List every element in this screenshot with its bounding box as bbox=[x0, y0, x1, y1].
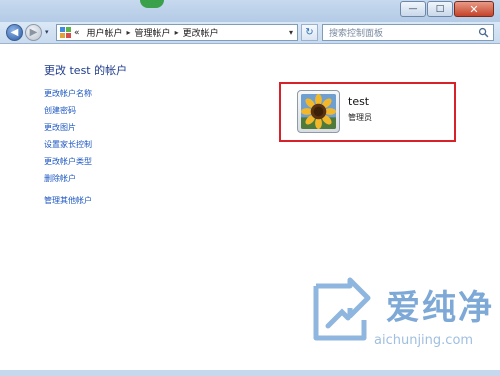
breadcrumb-separator-icon[interactable]: ▸ bbox=[175, 28, 179, 37]
parental-controls-link[interactable]: 设置家长控制 bbox=[44, 136, 92, 153]
back-button[interactable]: ◀ bbox=[6, 24, 23, 41]
breadcrumb-user-accounts[interactable]: 用户帐户 bbox=[87, 26, 123, 39]
page-title: 更改 test 的帐户 bbox=[44, 64, 128, 77]
refresh-button[interactable]: ↻ bbox=[301, 24, 318, 41]
recent-pages-dropdown-icon[interactable]: ▾ bbox=[45, 28, 49, 36]
watermark-logo: 爱纯净 aichunjing.com bbox=[308, 272, 500, 376]
change-picture-link[interactable]: 更改图片 bbox=[44, 119, 92, 136]
search-input[interactable]: 搜索控制面板 bbox=[322, 24, 494, 41]
address-dropdown-icon[interactable]: ▾ bbox=[289, 28, 293, 37]
maximize-button[interactable]: □ bbox=[427, 1, 453, 17]
window-title-bar: — □ ✕ bbox=[0, 0, 500, 22]
change-account-name-link[interactable]: 更改帐户名称 bbox=[44, 85, 92, 102]
account-name: test bbox=[348, 95, 370, 108]
watermark-brand: 爱纯净 bbox=[386, 288, 494, 328]
avatar[interactable] bbox=[297, 90, 340, 133]
create-password-link[interactable]: 创建密码 bbox=[44, 102, 92, 119]
window-bottom-border bbox=[0, 370, 500, 376]
close-button[interactable]: ✕ bbox=[454, 1, 494, 17]
account-type: 管理员 bbox=[348, 113, 372, 122]
control-panel-icon bbox=[60, 27, 71, 38]
navigation-bar: ◀ ▶ ▾ « 用户帐户 ▸ 管理帐户 ▸ 更改帐户 ▾ ↻ 搜索控制面板 bbox=[0, 22, 500, 44]
task-list: 更改帐户名称 创建密码 更改图片 设置家长控制 更改帐户类型 删除帐户 管理其他… bbox=[44, 85, 92, 209]
address-bar[interactable]: « 用户帐户 ▸ 管理帐户 ▸ 更改帐户 ▾ bbox=[56, 24, 298, 41]
breadcrumb-manage-accounts[interactable]: 管理帐户 bbox=[135, 26, 171, 39]
watermark-url: aichunjing.com bbox=[374, 333, 474, 348]
search-icon[interactable] bbox=[478, 27, 489, 38]
forward-button[interactable]: ▶ bbox=[25, 24, 42, 41]
brand-logo-icon bbox=[313, 277, 371, 341]
account-card: test 管理员 bbox=[279, 82, 456, 142]
delete-account-link[interactable]: 删除帐户 bbox=[44, 170, 92, 187]
minimize-button[interactable]: — bbox=[400, 1, 426, 17]
breadcrumb-overflow[interactable]: « bbox=[74, 28, 80, 38]
caption-buttons: — □ ✕ bbox=[399, 1, 494, 17]
sunflower-avatar-icon bbox=[301, 94, 336, 129]
breadcrumb-separator-icon[interactable]: ▸ bbox=[127, 28, 131, 37]
breadcrumb-change-account[interactable]: 更改帐户 bbox=[183, 26, 219, 39]
manage-other-accounts-link[interactable]: 管理其他帐户 bbox=[44, 192, 92, 209]
search-placeholder: 搜索控制面板 bbox=[329, 29, 384, 39]
taskbar-glow bbox=[140, 0, 164, 8]
change-account-type-link[interactable]: 更改帐户类型 bbox=[44, 153, 92, 170]
